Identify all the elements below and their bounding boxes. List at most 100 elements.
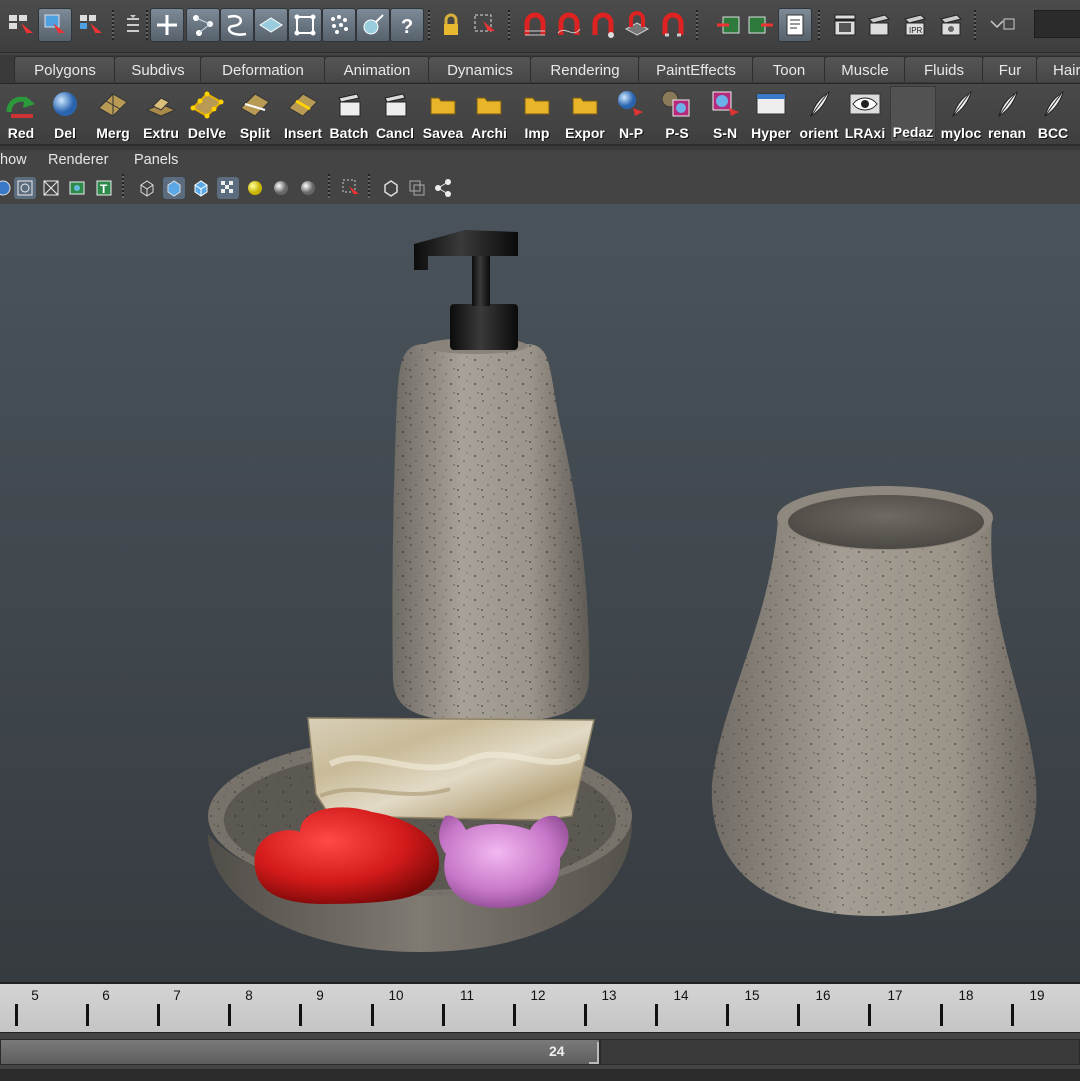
wireframe-icon[interactable] [136,177,158,199]
sphere-icon [53,92,77,116]
toolbar-separator [122,174,124,198]
snap-to-point-icon[interactable] [586,8,620,42]
make-live-icon[interactable] [656,8,690,42]
range-resize-handle[interactable] [589,1042,599,1064]
image-plane-icon[interactable] [14,177,36,199]
select-dynamics-mask-icon[interactable] [322,8,356,42]
shelf-button-n-p[interactable]: N-P [608,86,654,142]
select-handle-mask-icon[interactable] [150,8,184,42]
select-by-component-icon[interactable] [74,8,108,42]
time-slider[interactable]: 5 6 7 8 9 10 11 12 13 14 15 16 17 18 19 [0,982,1080,1034]
shelf-button-renan[interactable]: renan [984,86,1030,142]
redo-arrow-icon [6,96,35,118]
shelf-button-merge[interactable]: Merg [90,86,136,142]
shelf-button-p-s[interactable]: P-S [654,86,700,142]
select-vertex-mask-icon[interactable] [186,8,220,42]
bottom-strip [0,1069,1080,1081]
shelf-button-split[interactable]: Split [232,86,278,142]
no-lights-icon[interactable] [297,177,319,199]
tab-fur[interactable]: Fur [982,56,1038,82]
render-settings-icon[interactable]: IPR [898,8,932,42]
highlight-selection-icon[interactable] [468,8,502,42]
perspective-viewport[interactable] [0,204,1080,982]
shelf-button-myloc[interactable]: myloc [938,86,984,142]
toolbar-separator [428,10,430,40]
snap-to-curve-icon[interactable] [552,8,586,42]
tab-hair[interactable]: Hair [1036,56,1080,82]
shelf-button-archive[interactable]: Archi [466,86,512,142]
feather-brush-icon [810,90,830,118]
construction-history-icon[interactable] [778,8,812,42]
snap-to-view-plane-icon[interactable] [620,8,654,42]
textured-icon[interactable] [217,177,239,199]
lock-selection-icon[interactable] [434,8,468,42]
shelf-button-bcc[interactable]: BCC [1030,86,1076,142]
input-connections-icon[interactable] [712,8,746,42]
shelf-button-import[interactable]: Imp [514,86,560,142]
toolbar-separator [696,10,698,40]
shelf-button-insert[interactable]: Insert [280,86,326,142]
isolate-select-icon[interactable] [340,177,362,199]
snap-to-grid-icon[interactable] [518,8,552,42]
tab-subdivs[interactable]: Subdivs [114,56,202,82]
tab-painteffects[interactable]: PaintEffects [638,56,754,82]
output-connections-icon[interactable] [744,8,778,42]
tab-animation[interactable]: Animation [324,56,430,82]
marble-soap-bar[interactable] [307,717,595,821]
share-connections-icon[interactable] [432,177,454,199]
tab-dynamics[interactable]: Dynamics [428,56,532,82]
input-field-dropdown-icon[interactable] [984,8,1018,42]
select-deformation-mask-icon[interactable] [288,8,322,42]
select-curve-mask-icon[interactable] [220,8,254,42]
shelf-button-delete-vertex[interactable]: DelVe [184,86,230,142]
toolbar-separator [974,10,976,40]
tab-toon[interactable]: Toon [752,56,826,82]
shelf-button-save-as[interactable]: Savea [420,86,466,142]
shelf-button-s-n[interactable]: S-N [702,86,748,142]
menu-renderer[interactable]: Renderer [48,152,108,168]
shelf-button-hypershade[interactable]: Hyper [748,86,794,142]
film-gate-icon[interactable] [66,177,88,199]
stone-tumbler[interactable] [711,486,1037,916]
shelf-button-orient[interactable]: orient [796,86,842,142]
wireframe-on-shaded-icon[interactable] [190,177,212,199]
grid-toggle-icon[interactable] [40,177,62,199]
shelf-button-red[interactable]: Red [0,86,44,142]
tab-polygons[interactable]: Polygons [14,56,116,82]
xray-joints-icon[interactable] [406,177,428,199]
menu-panels[interactable]: Panels [134,152,178,168]
tab-fluids[interactable]: Fluids [904,56,984,82]
xray-icon[interactable] [380,177,402,199]
shelf-button-export[interactable]: Expor [562,86,608,142]
ipr-render-icon[interactable] [862,8,896,42]
quick-selection-field[interactable] [1034,10,1080,38]
shelf-button-batch[interactable]: Batch [326,86,372,142]
hierarchy-toggle-icon[interactable] [116,8,150,42]
render-current-frame-icon[interactable] [828,8,862,42]
shelf-tabs: Polygons Subdivs Deformation Animation D… [0,55,1080,84]
smooth-shade-icon[interactable] [163,177,185,199]
shelf-button-cancel[interactable]: Cancl [372,86,418,142]
select-by-object-icon[interactable] [38,8,72,42]
tab-muscle[interactable]: Muscle [824,56,906,82]
menu-show[interactable]: how [0,152,27,168]
select-misc-mask-icon[interactable]: ? [390,8,424,42]
shelf-button-extrude[interactable]: Extru [138,86,184,142]
text-overlay-icon[interactable]: T [93,177,115,199]
default-lighting-icon[interactable] [244,177,266,199]
shelf-button-pedaz[interactable]: Pedaz [890,86,936,142]
select-by-hierarchy-icon[interactable] [4,8,38,42]
soap-dispenser[interactable] [392,230,590,722]
all-lights-icon[interactable] [270,177,292,199]
select-rendering-mask-icon[interactable] [356,8,390,42]
tab-rendering[interactable]: Rendering [530,56,640,82]
toolbar-separator [368,174,370,198]
render-settings-window-icon[interactable] [934,8,968,42]
shelf-button-del[interactable]: Del [42,86,88,142]
tab-deformation[interactable]: Deformation [200,56,326,82]
range-slider-bar[interactable]: 24 [0,1039,600,1065]
shelf-button-lraxis[interactable]: LRAxi [842,86,888,142]
camera-attributes-icon[interactable] [0,177,14,199]
frame-label: 8 [245,988,253,1003]
select-surface-mask-icon[interactable] [254,8,288,42]
